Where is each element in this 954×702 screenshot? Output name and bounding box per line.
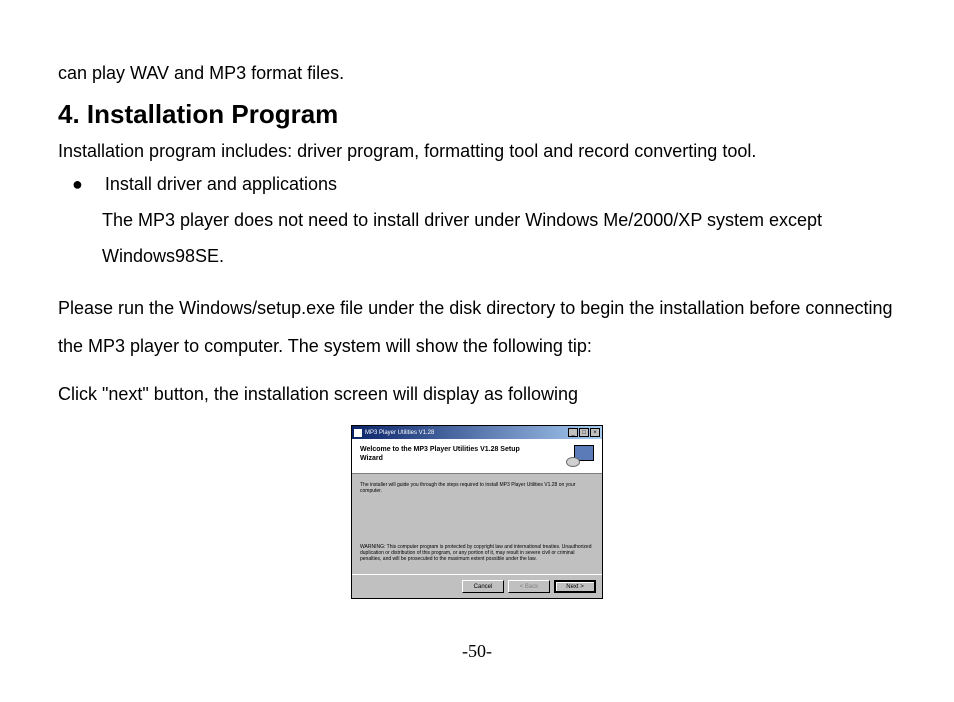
- installer-body: The installer will guide you through the…: [352, 474, 602, 574]
- installer-header: Welcome to the MP3 Player Utilities V1.2…: [352, 439, 602, 474]
- next-button[interactable]: Next >: [554, 580, 596, 593]
- installer-titlebar: MP3 Player Utilities V1.28 _ □ ×: [352, 426, 602, 439]
- back-button[interactable]: < Back: [508, 580, 550, 593]
- installer-body-intro: The installer will guide you through the…: [360, 482, 594, 494]
- bullet-item: ● Install driver and applications: [72, 171, 896, 198]
- installer-header-text: Welcome to the MP3 Player Utilities V1.2…: [360, 445, 540, 463]
- installer-body-warning: WARNING: This computer program is protec…: [360, 544, 594, 562]
- section-description: Installation program includes: driver pr…: [58, 138, 896, 165]
- page-number: -50-: [0, 641, 954, 662]
- intro-line: can play WAV and MP3 format files.: [58, 60, 896, 87]
- paragraph-2: Click "next" button, the installation sc…: [58, 376, 896, 414]
- installer-footer: Cancel < Back Next >: [352, 574, 602, 598]
- maximize-button[interactable]: □: [579, 428, 589, 437]
- close-button[interactable]: ×: [590, 428, 600, 437]
- cancel-button[interactable]: Cancel: [462, 580, 504, 593]
- paragraph-1: Please run the Windows/setup.exe file un…: [58, 290, 896, 366]
- bullet-body: The MP3 player does not need to install …: [102, 202, 896, 274]
- bullet-label: Install driver and applications: [105, 171, 337, 198]
- installer-window: MP3 Player Utilities V1.28 _ □ × Welcome…: [351, 425, 603, 599]
- app-icon: [354, 429, 362, 437]
- setup-wizard-icon: [566, 445, 594, 467]
- minimize-button[interactable]: _: [568, 428, 578, 437]
- section-heading: 4. Installation Program: [58, 99, 896, 130]
- titlebar-text: MP3 Player Utilities V1.28: [365, 430, 434, 436]
- disk-icon: [566, 457, 580, 467]
- bullet-dot-icon: ●: [72, 171, 83, 198]
